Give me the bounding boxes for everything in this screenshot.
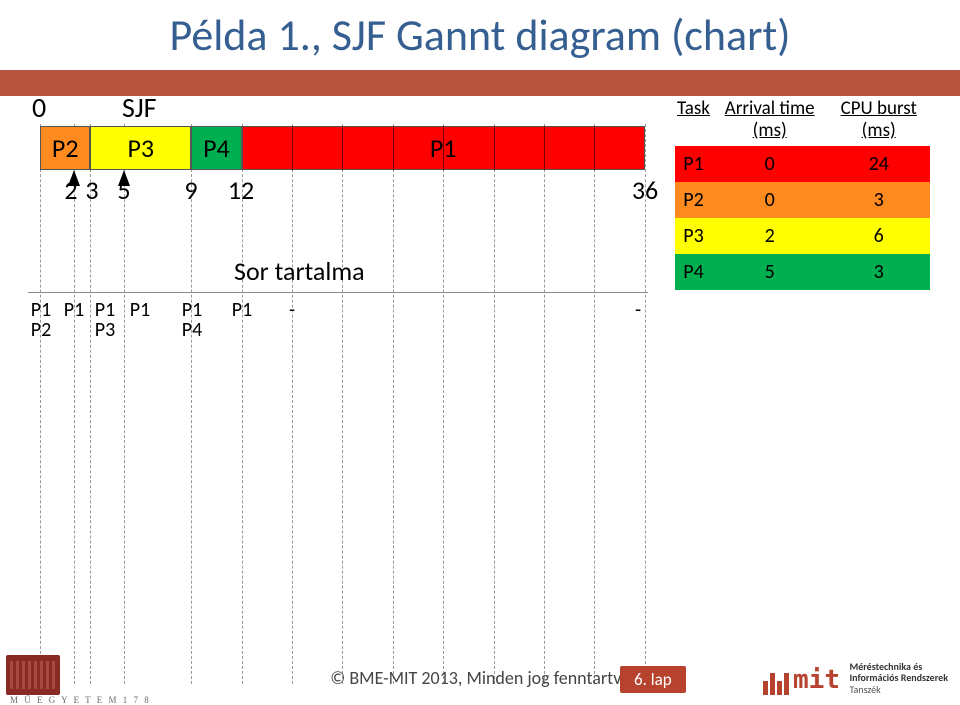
th-burst: CPU burst (ms): [827, 94, 930, 146]
gridline: [443, 124, 444, 684]
department-name: Méréstechnika és Információs Rendszerek …: [849, 661, 948, 696]
gridline: [494, 124, 495, 684]
axis-tick: 5: [117, 174, 130, 206]
gridline: [393, 124, 394, 684]
gantt-segment-p4: P4: [191, 126, 241, 170]
queue-entry: P1 P3: [95, 300, 115, 340]
segment-divider: [292, 126, 293, 170]
gridline: [90, 124, 91, 684]
queue-entry: P1: [64, 300, 84, 320]
table-row: P3 2 6: [675, 218, 930, 254]
queue-entry: -: [289, 300, 295, 320]
algorithm-label: SJF: [122, 90, 157, 125]
gantt-segment-p3: P3: [90, 126, 191, 170]
queue-entry: P1 P4: [182, 300, 202, 340]
page-number-badge: 6. lap: [620, 666, 686, 693]
slide-title: Példa 1., SJF Gannt diagram (chart): [0, 8, 960, 62]
queue-entry: P1 P2: [31, 300, 51, 340]
gridline: [40, 124, 41, 684]
segment-divider: [544, 126, 545, 170]
segment-divider: [494, 126, 495, 170]
segment-divider: [342, 126, 343, 170]
queue-entry: P1: [130, 300, 150, 320]
segment-divider: [594, 126, 595, 170]
table-row: P2 0 3: [675, 182, 930, 218]
gridline: [74, 124, 75, 684]
axis-tick: 9: [184, 174, 197, 206]
axis-tick: 2: [64, 174, 77, 206]
table-row: P1 0 24: [675, 146, 930, 182]
gridline: [292, 124, 293, 684]
gridline: [242, 124, 243, 684]
queue-entry: -: [635, 300, 641, 320]
gridline: [124, 124, 125, 684]
gridline: [342, 124, 343, 684]
queue-divider-line: [28, 292, 648, 293]
segment-divider: [393, 126, 394, 170]
segment-divider: [443, 126, 444, 170]
axis-tick: 12: [228, 174, 254, 206]
slide-footer: M Ű E G Y E T E M 1 7 8 2 © BME-MIT 2013…: [0, 649, 960, 705]
gridline: [594, 124, 595, 684]
mit-bars-icon: [763, 665, 791, 695]
axis-tick: 36: [632, 174, 658, 206]
queue-title: Sor tartalma: [234, 255, 365, 287]
gridline: [544, 124, 545, 684]
th-task: Task: [675, 94, 712, 146]
gridline: [191, 124, 192, 684]
mit-logo: mit: [763, 665, 840, 696]
university-motto: M Ű E G Y E T E M 1 7 8 2: [10, 695, 156, 705]
table-row: P4 5 3: [675, 254, 930, 290]
axis-origin-label: 0: [32, 90, 46, 125]
task-table: Task Arrival time (ms) CPU burst (ms) P1…: [675, 94, 930, 290]
th-arrival: Arrival time (ms): [712, 94, 827, 146]
gridline: [645, 124, 646, 684]
axis-tick: 3: [85, 174, 98, 206]
queue-entry: P1: [232, 300, 252, 320]
gantt-segment-p2: P2: [40, 126, 90, 170]
slide: Példa 1., SJF Gannt diagram (chart) 0 SJ…: [0, 0, 960, 705]
